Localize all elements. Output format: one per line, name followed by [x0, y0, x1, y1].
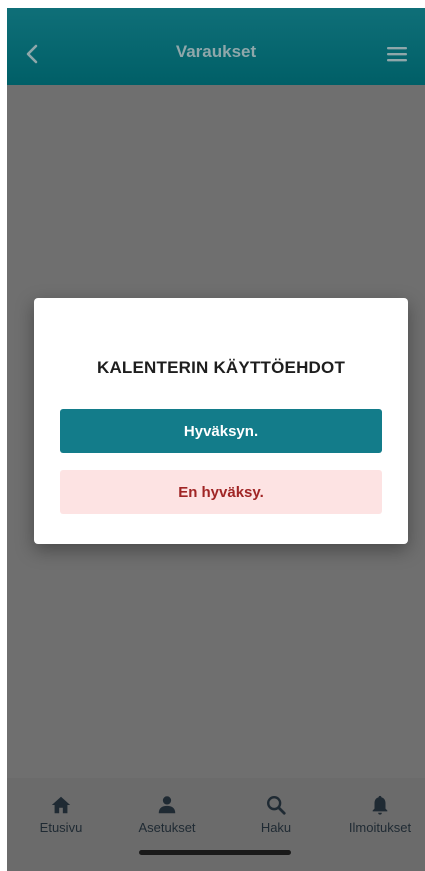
app-header: Varaukset [7, 8, 425, 85]
home-indicator[interactable] [139, 850, 291, 855]
menu-button[interactable] [383, 40, 411, 68]
app-screen: Varaukset KALENTERIN KÄYTTÖEHDOT Hyväksy… [7, 8, 425, 871]
tab-label: Haku [260, 820, 292, 835]
tab-etusivu[interactable]: Etusivu [16, 794, 106, 835]
hamburger-menu-icon [387, 47, 407, 62]
bottom-tab-bar: Etusivu Asetukset Haku Ilmoitukset [7, 778, 425, 871]
decline-button[interactable]: En hyväksy. [60, 470, 382, 514]
tab-label: Ilmoitukset [348, 820, 412, 835]
tab-haku[interactable]: Haku [231, 794, 321, 835]
user-icon [158, 796, 176, 814]
accept-button[interactable]: Hyväksyn. [60, 409, 382, 453]
tab-label: Asetukset [138, 820, 196, 835]
home-icon [51, 796, 71, 814]
tab-label: Etusivu [39, 820, 83, 835]
bell-icon [372, 795, 388, 815]
terms-dialog: KALENTERIN KÄYTTÖEHDOT Hyväksyn. En hyvä… [34, 298, 408, 544]
dialog-title: KALENTERIN KÄYTTÖEHDOT [96, 358, 346, 377]
tab-asetukset[interactable]: Asetukset [122, 794, 212, 835]
search-icon [267, 796, 286, 815]
tab-ilmoitukset[interactable]: Ilmoitukset [335, 794, 425, 835]
page-title: Varaukset [175, 42, 257, 61]
